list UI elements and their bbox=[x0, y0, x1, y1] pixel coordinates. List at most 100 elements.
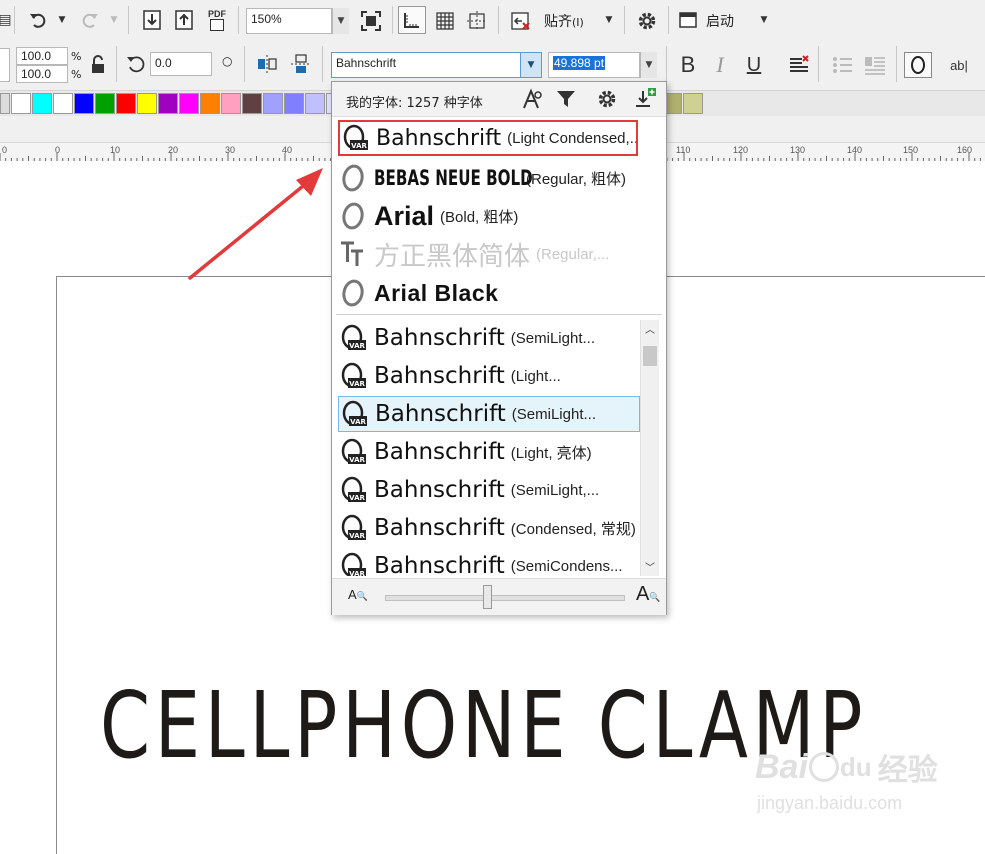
mirror-horizontal-icon[interactable] bbox=[254, 52, 280, 76]
watermark-url: jingyan.baidu.com bbox=[757, 793, 903, 813]
font-list-item[interactable]: VAR Bahnschrift (SemiLight... bbox=[338, 396, 640, 432]
font-family-dropdown-icon[interactable]: ▼ bbox=[520, 52, 542, 78]
ruler-tick-label: 140 bbox=[847, 145, 863, 155]
scroll-up-icon[interactable]: ︿ bbox=[641, 320, 659, 336]
font-list-item[interactable]: VAR Bahnschrift (SemiCondens... bbox=[338, 548, 640, 576]
font-list-item[interactable]: VAR Bahnschrift (Light, 亮体) bbox=[338, 434, 640, 470]
color-swatch[interactable] bbox=[137, 93, 157, 114]
color-swatch[interactable] bbox=[683, 93, 703, 114]
publish-pdf-button[interactable]: PDF bbox=[204, 8, 230, 32]
import-icon[interactable] bbox=[140, 8, 164, 32]
recent-font-item[interactable]: Arial (Bold, 粗体) bbox=[338, 198, 642, 234]
svg-text:VAR: VAR bbox=[350, 418, 366, 426]
redo-dropdown-icon[interactable]: ▼ bbox=[108, 12, 120, 28]
page-border bbox=[56, 276, 57, 854]
lock-ratio-icon[interactable] bbox=[88, 54, 108, 76]
launcher-label[interactable]: 启动 bbox=[706, 11, 734, 31]
zoom-level-input[interactable]: 150% bbox=[246, 8, 332, 34]
ruler-tick-label: 150 bbox=[903, 145, 919, 155]
recent-font-item[interactable]: 方正黑体简体 (Regular,... bbox=[338, 236, 642, 272]
font-size-value: 49.898 pt bbox=[553, 56, 606, 70]
ruler-tick-label: 130 bbox=[790, 145, 806, 155]
font-size-dropdown-icon[interactable]: ▼ bbox=[640, 52, 657, 78]
object-size-field[interactable] bbox=[0, 48, 10, 82]
font-family-input[interactable]: Bahnschrift bbox=[331, 52, 521, 78]
drop-cap-icon[interactable] bbox=[862, 52, 888, 78]
font-list-item[interactable]: VAR Bahnschrift (SemiLight... bbox=[338, 320, 640, 356]
palette-scroll-start[interactable] bbox=[0, 93, 10, 114]
recent-fonts-divider bbox=[336, 314, 662, 315]
font-list-item[interactable]: VAR Bahnschrift (Light... bbox=[338, 358, 640, 394]
color-swatch[interactable] bbox=[305, 93, 325, 114]
color-swatch[interactable] bbox=[116, 93, 136, 114]
mirror-vertical-icon[interactable] bbox=[288, 52, 314, 76]
font-playground-icon[interactable] bbox=[520, 87, 544, 111]
font-list-scrollbar[interactable]: ︿ ﹀ bbox=[640, 320, 659, 576]
bold-button[interactable]: B bbox=[676, 52, 700, 78]
options-icon[interactable]: ▤ bbox=[0, 10, 12, 30]
undo-icon[interactable] bbox=[26, 8, 50, 32]
options-gear-icon[interactable] bbox=[634, 8, 660, 34]
italic-button[interactable]: I bbox=[708, 52, 732, 78]
zoom-in-preview-icon[interactable]: A🔍 bbox=[636, 583, 661, 606]
svg-text:VAR: VAR bbox=[349, 570, 365, 576]
font-list-item[interactable]: VAR Bahnschrift (Condensed, 常规) bbox=[338, 510, 640, 546]
color-swatch[interactable] bbox=[32, 93, 52, 114]
headline-text-object[interactable]: CELLPHONE CLAMP bbox=[100, 672, 867, 779]
pdf-document-icon bbox=[210, 19, 224, 31]
show-guidelines-icon[interactable] bbox=[464, 8, 490, 34]
preview-size-slider[interactable] bbox=[385, 595, 625, 601]
color-swatch[interactable] bbox=[179, 93, 199, 114]
show-rulers-icon[interactable] bbox=[398, 6, 426, 34]
scrollbar-thumb[interactable] bbox=[643, 346, 657, 366]
launcher-dropdown-icon[interactable]: ▼ bbox=[758, 12, 770, 28]
recent-font-item[interactable]: BEBAS NEUE BOLD (Regular, 粗体) bbox=[338, 160, 642, 196]
color-swatch[interactable] bbox=[263, 93, 283, 114]
font-settings-gear-icon[interactable] bbox=[594, 87, 620, 111]
export-icon[interactable] bbox=[172, 8, 196, 32]
snap-to-menu[interactable]: 贴齐(I) bbox=[544, 11, 584, 31]
color-swatch[interactable] bbox=[158, 93, 178, 114]
edit-text-button[interactable]: ab| bbox=[944, 52, 974, 78]
font-style: (Light Condensed,... bbox=[507, 129, 638, 147]
text-alignment-icon[interactable] bbox=[786, 52, 812, 78]
recent-font-item[interactable]: VAR Bahnschrift (Light Condensed,... bbox=[338, 120, 638, 156]
full-screen-preview-icon[interactable] bbox=[358, 8, 384, 34]
scale-x-input[interactable]: 100.0 bbox=[16, 47, 68, 65]
color-swatch[interactable] bbox=[74, 93, 94, 114]
redo-icon[interactable] bbox=[78, 8, 102, 32]
underline-button[interactable]: U bbox=[742, 52, 766, 78]
rotation-angle-input[interactable]: 0.0 bbox=[150, 52, 212, 76]
font-count-label: 我的字体: 1257 种字体 bbox=[346, 96, 483, 111]
variable-font-icon: VAR bbox=[338, 551, 368, 576]
color-swatch[interactable] bbox=[200, 93, 220, 114]
font-style: (SemiLight... bbox=[510, 329, 595, 347]
snap-dropdown-icon[interactable]: ▼ bbox=[603, 12, 615, 28]
bullet-list-icon[interactable] bbox=[830, 52, 856, 78]
color-swatch[interactable] bbox=[53, 93, 73, 114]
font-list-item[interactable]: VAR Bahnschrift (SemiLight,... bbox=[338, 472, 640, 508]
color-swatch[interactable] bbox=[284, 93, 304, 114]
rotation-angle-value: 0.0 bbox=[155, 56, 172, 70]
zoom-dropdown-icon[interactable]: ▼ bbox=[332, 8, 349, 34]
opentype-font-icon bbox=[338, 163, 368, 193]
color-swatch[interactable] bbox=[95, 93, 115, 114]
font-filter-icon[interactable] bbox=[554, 87, 578, 111]
font-size-input[interactable]: 49.898 pt bbox=[548, 52, 640, 78]
color-swatch[interactable] bbox=[242, 93, 262, 114]
opentype-features-icon[interactable] bbox=[904, 52, 932, 78]
zoom-out-preview-icon[interactable]: A🔍 bbox=[348, 587, 368, 602]
scroll-down-icon[interactable]: ﹀ bbox=[641, 558, 659, 574]
font-style: (SemiLight... bbox=[511, 405, 596, 423]
color-swatch[interactable] bbox=[11, 93, 31, 114]
snap-off-icon[interactable] bbox=[508, 8, 534, 34]
undo-dropdown-icon[interactable]: ▼ bbox=[56, 12, 68, 28]
get-more-fonts-icon[interactable] bbox=[632, 86, 658, 112]
preview-size-slider-thumb[interactable] bbox=[483, 585, 492, 609]
font-name: Bahnschrift bbox=[376, 125, 502, 151]
application-launcher-icon[interactable] bbox=[678, 10, 698, 30]
scale-y-input[interactable]: 100.0 bbox=[16, 65, 68, 83]
recent-font-item[interactable]: Arial Black bbox=[338, 275, 642, 311]
color-swatch[interactable] bbox=[221, 93, 241, 114]
show-grid-icon[interactable] bbox=[432, 8, 458, 34]
